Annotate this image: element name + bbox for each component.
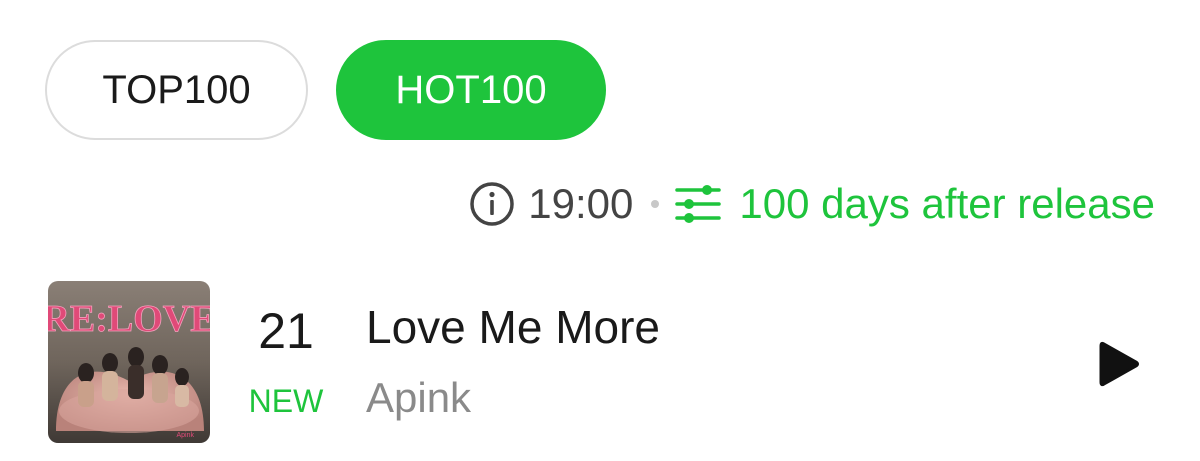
song-title[interactable]: Love Me More	[366, 299, 660, 355]
filter-label[interactable]: 100 days after release	[739, 180, 1155, 228]
tab-top100-label: TOP100	[102, 67, 251, 112]
tab-top100[interactable]: TOP100	[45, 40, 308, 140]
song-info: Love Me More Apink	[366, 299, 660, 423]
play-icon	[1099, 341, 1139, 387]
tab-hot100-label: HOT100	[395, 67, 547, 112]
chart-tabs: TOP100 HOT100	[45, 40, 606, 140]
chart-page: TOP100 HOT100 19:00 100 days after relea…	[0, 0, 1200, 461]
tab-hot100[interactable]: HOT100	[336, 40, 606, 140]
update-time: 19:00	[528, 180, 634, 227]
rank-column: 21 NEW	[244, 301, 328, 419]
sliders-icon[interactable]	[675, 181, 722, 227]
svg-text:Apink: Apink	[176, 432, 194, 439]
rank-number: 21	[258, 303, 314, 359]
chart-info-row: 19:00 100 days after release	[468, 178, 1155, 230]
info-icon[interactable]	[468, 180, 516, 228]
album-art[interactable]: RE:LOVE Apink	[48, 281, 210, 443]
separator-dot	[651, 200, 660, 208]
song-row[interactable]: RE:LOVE Apink 21 NEW Love Me More Apink	[48, 281, 1158, 443]
rank-new-badge: NEW	[248, 383, 324, 419]
album-art-title: RE:LOVE	[48, 298, 210, 340]
song-artist[interactable]: Apink	[366, 373, 660, 423]
play-button[interactable]	[1098, 339, 1140, 389]
